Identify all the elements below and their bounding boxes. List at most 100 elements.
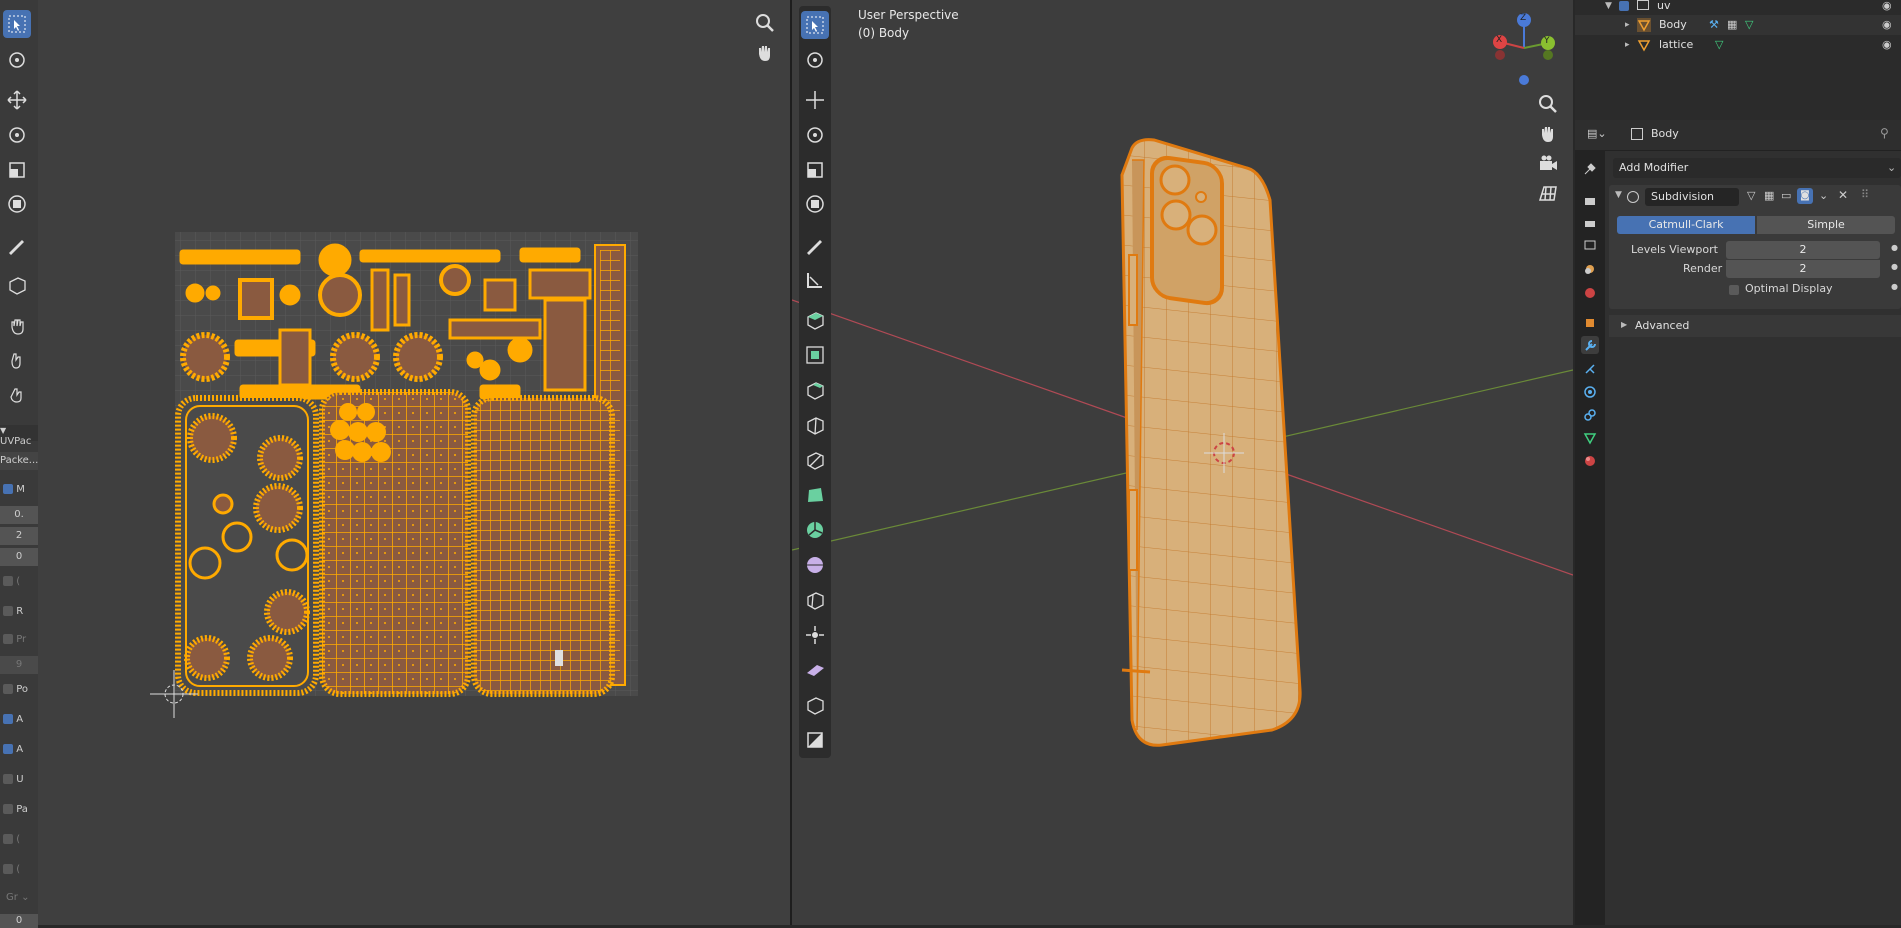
scene-tab[interactable] <box>1581 260 1599 278</box>
loop-cut-tool[interactable] <box>801 411 829 439</box>
3d-viewport[interactable]: Z X Y User Perspective (0) Body <box>792 0 1573 925</box>
wrench-icon[interactable]: ⚒ <box>1709 15 1719 35</box>
eye-icon[interactable]: ◉ <box>1882 15 1892 35</box>
zoom-icon[interactable] <box>1536 92 1560 116</box>
shear-tool[interactable] <box>801 656 829 684</box>
modifier-name-field[interactable]: Subdivision <box>1645 188 1739 206</box>
rip-icon <box>807 697 824 715</box>
constraints-tab[interactable] <box>1581 406 1599 424</box>
editor-type-icon[interactable]: ▤⌄ <box>1587 127 1607 140</box>
material-tab[interactable] <box>1581 452 1599 470</box>
expand-arrow-icon[interactable]: ▸ <box>1625 15 1630 35</box>
pan-hand-icon[interactable] <box>1536 122 1560 146</box>
eye-icon[interactable]: ◉ <box>1882 35 1892 55</box>
close-icon[interactable]: ✕ <box>1838 188 1848 202</box>
rip-region-tool[interactable] <box>801 691 829 719</box>
render-camera-icon[interactable]: ◙ <box>1797 188 1813 204</box>
move-tool[interactable] <box>801 86 829 114</box>
cursor-tool[interactable] <box>801 46 829 74</box>
inset-tool[interactable] <box>801 341 829 369</box>
spin-tool[interactable] <box>801 516 829 544</box>
lattice-modifier-icon[interactable]: ▦ <box>1727 15 1737 35</box>
annotate-tool[interactable] <box>801 232 829 260</box>
collection-checkbox[interactable] <box>1619 1 1629 11</box>
advanced-subpanel[interactable]: ▶ Advanced <box>1609 315 1901 337</box>
outliner-row-uv[interactable]: ▼ uv ◉ <box>1575 0 1901 16</box>
eye-icon[interactable]: ◉ <box>1882 0 1892 16</box>
keyframe-dot-icon[interactable]: ● <box>1891 243 1898 252</box>
levels-viewport-field[interactable]: 2 <box>1726 241 1880 259</box>
particles-tab[interactable] <box>1581 360 1599 378</box>
ruler-icon <box>807 273 822 288</box>
outliner[interactable]: ▼ uv ◉ ▸ Body ⚒ ▦ ▽ ◉ ▸ lattice ▽ ◉ <box>1575 0 1901 120</box>
navigation-gizmo[interactable] <box>1493 13 1555 85</box>
phone-mesh[interactable] <box>1120 138 1302 747</box>
uv-island-back-right <box>471 395 615 697</box>
on-cage-icon[interactable]: ▽ <box>1747 189 1755 202</box>
properties-editor[interactable]: ▤⌄ Body ⚲ Add Modifier ⌄ ▼ Subdivision ▽… <box>1575 120 1901 925</box>
expand-arrow-icon[interactable]: ▸ <box>1625 35 1630 55</box>
uv-canvas[interactable] <box>0 0 790 925</box>
scale-tool[interactable] <box>801 156 829 184</box>
uv-editor[interactable]: ▼ UVPac Packe... M 0. 2 0 ( R Pr 9 Po A … <box>0 0 790 928</box>
expand-arrow-icon[interactable]: ▼ <box>1605 0 1612 16</box>
lattice-data-icon[interactable]: ▽ <box>1715 35 1723 55</box>
chevron-down-icon[interactable]: ⌄ <box>1819 189 1828 202</box>
render-levels-label: Render <box>1683 262 1723 275</box>
add-modifier-dropdown[interactable]: Add Modifier ⌄ <box>1613 158 1901 178</box>
gizmo-y-label: Y <box>1544 36 1550 46</box>
modifier-header: ▼ Subdivision ▽ ▦ ▭ ◙ ⌄ ✕ ⠿ <box>1609 185 1901 209</box>
outliner-row-body[interactable]: ▸ Body ⚒ ▦ ▽ ◉ <box>1575 15 1901 35</box>
move-arrows-icon <box>806 91 824 109</box>
object-type-icon <box>1631 128 1643 140</box>
optimal-display-label: Optimal Display <box>1745 282 1833 295</box>
output-tab[interactable] <box>1581 214 1599 232</box>
properties-tabs <box>1575 150 1605 925</box>
uv-island-back-left <box>175 395 319 696</box>
edge-slide-tool[interactable] <box>801 586 829 614</box>
viewport-canvas[interactable] <box>792 0 1573 925</box>
mode-toggle: Catmull-Clark Simple <box>1617 216 1901 234</box>
grid-ortho-icon[interactable] <box>1536 182 1560 206</box>
physics-icon <box>1584 386 1596 398</box>
smooth-tool[interactable] <box>801 551 829 579</box>
modifier-tab[interactable] <box>1581 336 1599 354</box>
expand-arrow-icon: ▶ <box>1621 320 1628 329</box>
rotate-tool[interactable] <box>801 121 829 149</box>
rotate-icon <box>807 127 823 143</box>
world-tab[interactable] <box>1581 284 1599 302</box>
data-tab[interactable] <box>1581 429 1599 447</box>
poly-build-icon <box>808 488 823 502</box>
extrude-tool[interactable] <box>801 306 829 334</box>
outliner-row-lattice[interactable]: ▸ lattice ▽ ◉ <box>1575 35 1901 55</box>
drag-handle-icon[interactable]: ⠿ <box>1861 188 1869 201</box>
select-box-tool[interactable] <box>801 11 829 39</box>
uv-island-back-middle <box>319 389 471 697</box>
tool-tab[interactable] <box>1581 160 1599 178</box>
camera-icon[interactable] <box>1536 152 1560 176</box>
knife-tool[interactable] <box>801 446 829 474</box>
catmull-clark-button[interactable]: Catmull-Clark <box>1617 216 1755 234</box>
simple-button[interactable]: Simple <box>1757 216 1895 234</box>
pin-icon[interactable]: ⚲ <box>1880 126 1889 140</box>
optimal-display-checkbox[interactable] <box>1729 285 1739 295</box>
mesh-data-icon[interactable]: ▽ <box>1745 15 1753 35</box>
keyframe-dot-icon[interactable]: ● <box>1891 262 1898 271</box>
transform-tool[interactable] <box>801 190 829 218</box>
view-layer-tab[interactable] <box>1581 236 1599 254</box>
physics-tab[interactable] <box>1581 383 1599 401</box>
viewport-display-icon[interactable]: ▭ <box>1781 189 1791 202</box>
shrink-fatten-tool[interactable] <box>801 621 829 649</box>
keyframe-dot-icon[interactable]: ● <box>1891 282 1898 291</box>
shrink-fatten-icon <box>806 626 824 644</box>
particles-icon <box>1585 364 1595 374</box>
object-tab[interactable] <box>1581 314 1599 332</box>
render-tab[interactable] <box>1581 192 1599 210</box>
uv-unwrap-tool[interactable] <box>801 726 829 754</box>
collapse-arrow-icon[interactable]: ▼ <box>1615 190 1622 200</box>
edit-mode-icon[interactable]: ▦ <box>1764 189 1774 202</box>
measure-tool[interactable] <box>801 266 829 294</box>
bevel-tool[interactable] <box>801 376 829 404</box>
render-levels-field[interactable]: 2 <box>1726 260 1880 278</box>
poly-build-tool[interactable] <box>801 481 829 509</box>
